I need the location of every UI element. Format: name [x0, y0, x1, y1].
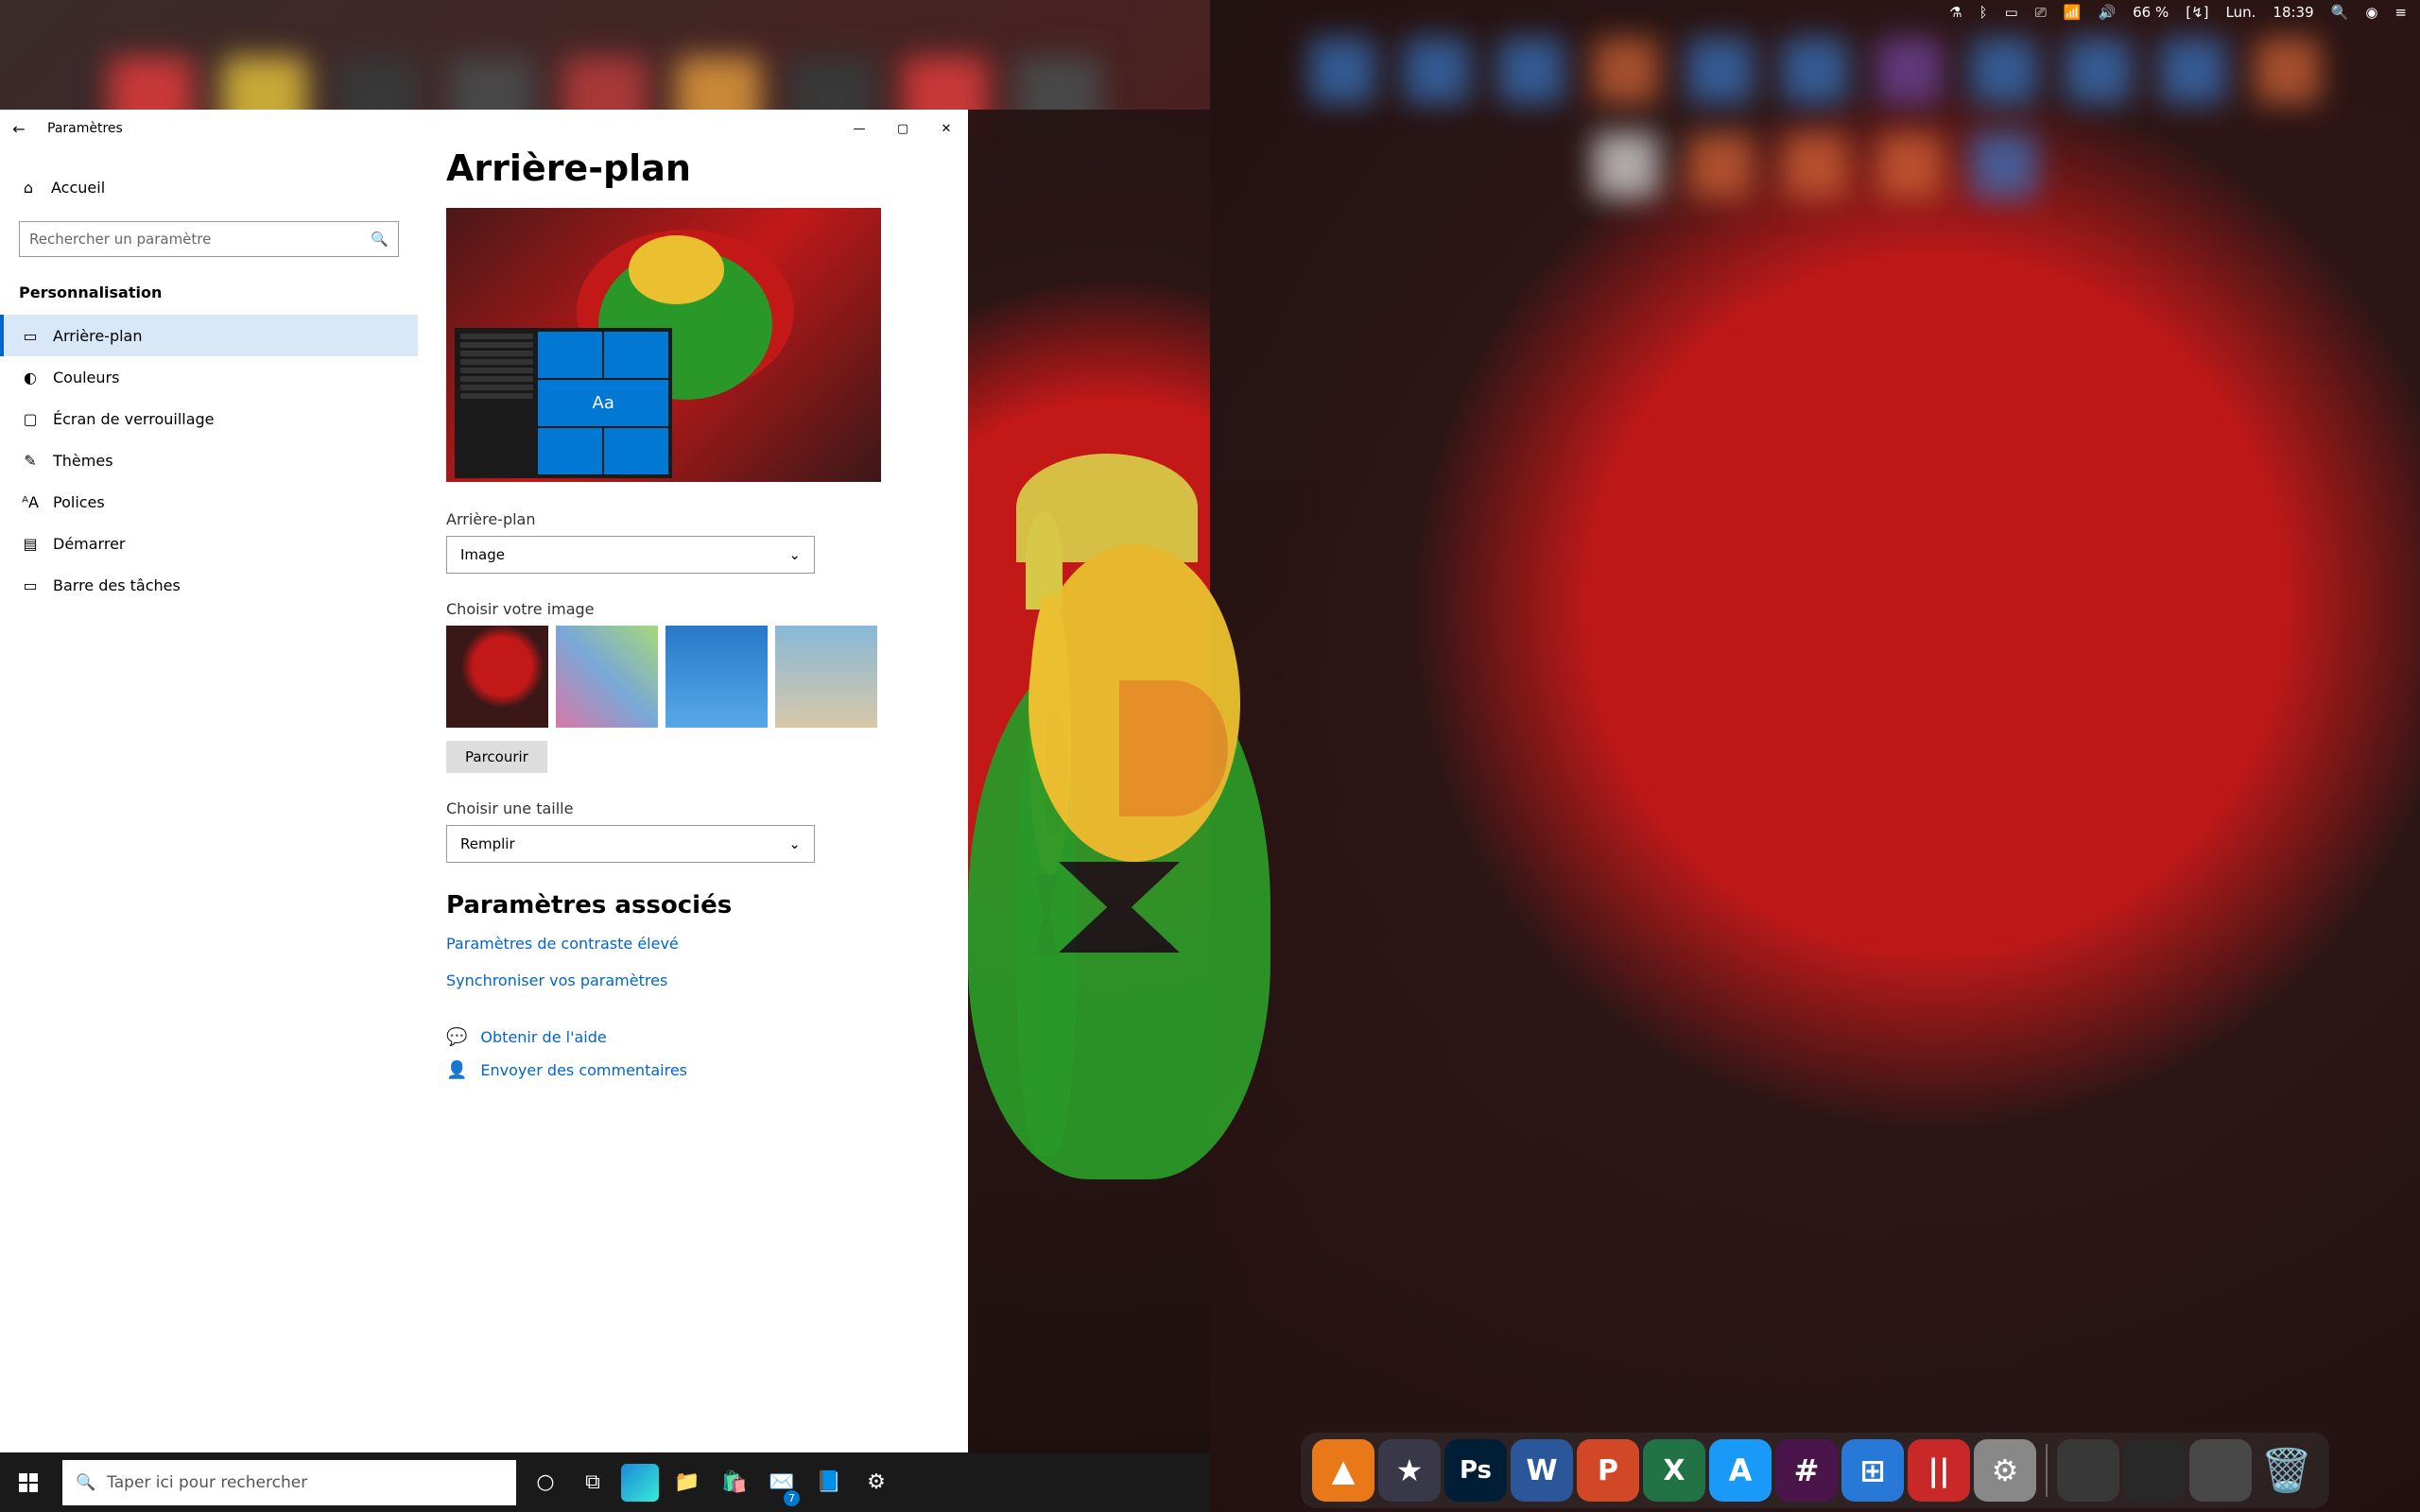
nav-item-colors[interactable]: ◐Couleurs	[0, 356, 418, 398]
thumbnail-2[interactable]	[556, 626, 658, 728]
airplay-icon[interactable]: ▭	[2005, 4, 2018, 21]
help-icon: 💬	[446, 1027, 467, 1047]
dock-minimized-2[interactable]	[2123, 1439, 2186, 1502]
settings-window: ⌂ Accueil Rechercher un paramètre 🔍 Pers…	[0, 110, 968, 1452]
brush-icon: ✎	[21, 451, 40, 470]
dock-system-preferences[interactable]: ⚙	[1974, 1439, 2036, 1502]
taskbar-search[interactable]: 🔍 Taper ici pour rechercher	[62, 1460, 516, 1505]
mac-dock: ▲ ★ Ps W P X A # ⊞ || ⚙ 🗑️	[1301, 1433, 2329, 1508]
mac-desktop: ⚗ ᛒ ▭ ⎚ 📶 🔊 66 % [↯] Lun. 18:39 🔍 ◉ ≡ ‹ …	[1210, 0, 2420, 1512]
dock-vlc[interactable]: ▲	[1312, 1439, 1374, 1502]
windows-logo-icon	[19, 1473, 38, 1492]
mac-desktop-folders-blur	[1210, 0, 2420, 1512]
background-type-dropdown[interactable]: Image ⌄	[446, 536, 815, 574]
task-view-button[interactable]: ⧉	[569, 1452, 616, 1512]
settings-search-input[interactable]: Rechercher un paramètre 🔍	[19, 221, 399, 257]
lock-icon: ▢	[21, 409, 40, 428]
search-placeholder: Rechercher un paramètre	[29, 231, 371, 248]
chevron-down-icon: ⌄	[788, 835, 801, 852]
word-icon[interactable]: 📘	[805, 1452, 853, 1512]
mail-icon[interactable]: ✉️7	[758, 1452, 805, 1512]
cortana-button[interactable]: ○	[522, 1452, 569, 1512]
chevron-down-icon: ⌄	[788, 546, 801, 563]
dock-imovie[interactable]: ★	[1378, 1439, 1441, 1502]
battery-percentage[interactable]: 66 %	[2133, 4, 2169, 21]
file-explorer-icon[interactable]: 📁	[664, 1452, 711, 1512]
thumbnail-3[interactable]	[666, 626, 768, 728]
edge-icon[interactable]	[621, 1464, 659, 1502]
home-button[interactable]: ⌂ Accueil	[0, 166, 418, 208]
taskbar-search-placeholder: Taper ici pour rechercher	[107, 1473, 307, 1492]
nav-item-fonts[interactable]: ᴬAPolices	[0, 481, 418, 523]
start-button[interactable]	[0, 1452, 57, 1512]
picture-icon: ▭	[21, 326, 40, 345]
dock-photoshop[interactable]: Ps	[1444, 1439, 1507, 1502]
settings-taskbar-icon[interactable]: ⚙	[853, 1452, 900, 1512]
battery-charging-icon: [↯]	[2186, 4, 2208, 21]
volume-icon[interactable]: 🔊	[2098, 4, 2116, 21]
dock-powerpoint[interactable]: P	[1577, 1439, 1639, 1502]
dock-word[interactable]: W	[1511, 1439, 1573, 1502]
wifi-icon[interactable]: 📶	[2064, 4, 2082, 21]
search-icon: 🔍	[371, 231, 389, 248]
dock-trash[interactable]: 🗑️	[2256, 1439, 2318, 1502]
dock-app-2[interactable]: ||	[1908, 1439, 1970, 1502]
close-button[interactable]: ✕	[925, 110, 968, 147]
font-icon: ᴬA	[21, 492, 40, 511]
fit-dropdown[interactable]: Remplir ⌄	[446, 825, 815, 863]
spotlight-icon[interactable]: 🔍	[2331, 4, 2349, 21]
start-icon: ▤	[21, 534, 40, 553]
search-icon: 🔍	[76, 1473, 95, 1492]
home-icon: ⌂	[19, 178, 38, 197]
nav-item-taskbar[interactable]: ▭Barre des tâches	[0, 564, 418, 606]
category-title: Personnalisation	[0, 270, 418, 315]
nav-item-background[interactable]: ▭Arrière-plan	[0, 315, 418, 356]
siri-icon[interactable]: ◉	[2365, 4, 2377, 21]
menubar-time[interactable]: 18:39	[2273, 4, 2313, 21]
window-title: Paramètres	[38, 121, 838, 136]
back-button[interactable]: ←	[0, 120, 38, 138]
dock-excel[interactable]: X	[1643, 1439, 1705, 1502]
nav-item-themes[interactable]: ✎Thèmes	[0, 439, 418, 481]
windows-taskbar: 🔍 Taper ici pour rechercher ○ ⧉ 📁 🛍️ ✉️7…	[0, 1452, 1210, 1512]
microsoft-store-icon[interactable]: 🛍️	[711, 1452, 758, 1512]
maximize-button[interactable]: ▢	[881, 110, 925, 147]
dock-appstore[interactable]: A	[1709, 1439, 1772, 1502]
browse-button[interactable]: Parcourir	[446, 741, 547, 773]
nav-item-lockscreen[interactable]: ▢Écran de verrouillage	[0, 398, 418, 439]
dock-minimized-3[interactable]	[2189, 1439, 2252, 1502]
mac-menubar: ⚗ ᛒ ▭ ⎚ 📶 🔊 66 % [↯] Lun. 18:39 🔍 ◉ ≡	[1936, 0, 2420, 25]
taskbar-icon: ▭	[21, 576, 40, 594]
dock-minimized-1[interactable]	[2057, 1439, 2119, 1502]
settings-sidebar: ⌂ Accueil Rechercher un paramètre 🔍 Pers…	[0, 110, 418, 1452]
dock-slack[interactable]: #	[1775, 1439, 1838, 1502]
palette-icon: ◐	[21, 368, 40, 387]
notification-center-icon[interactable]: ≡	[2394, 4, 2407, 21]
menubar-day[interactable]: Lun.	[2226, 4, 2256, 21]
feedback-icon: 👤	[446, 1060, 467, 1080]
minimize-button[interactable]: —	[838, 110, 881, 147]
home-label: Accueil	[51, 179, 105, 197]
thumbnail-1[interactable]	[446, 626, 548, 728]
display-icon[interactable]: ⎚	[2035, 4, 2047, 21]
dock-app-1[interactable]: ⊞	[1841, 1439, 1904, 1502]
menubar-app-icon[interactable]: ⚗	[1949, 4, 1962, 21]
settings-titlebar: ← Paramètres — ▢ ✕	[0, 110, 968, 147]
nav-item-start[interactable]: ▤Démarrer	[0, 523, 418, 564]
wallpaper-preview: Aa	[446, 208, 881, 482]
start-menu-preview: Aa	[455, 328, 672, 479]
page-title: Arrière-plan	[446, 147, 940, 189]
dock-separator	[2046, 1444, 2048, 1497]
bluetooth-icon[interactable]: ᛒ	[1979, 4, 1988, 21]
